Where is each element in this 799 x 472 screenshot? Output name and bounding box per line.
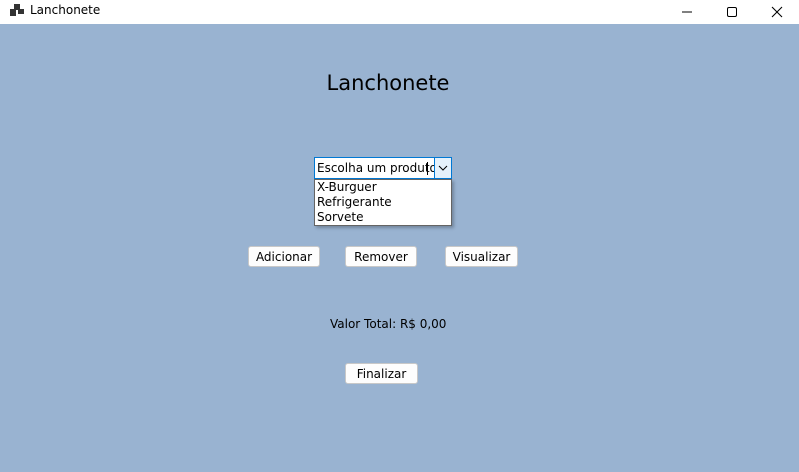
page-title: Lanchonete (326, 71, 450, 95)
minimize-icon (682, 11, 692, 13)
total-value-label: Valor Total: R$ 0,00 (330, 317, 447, 331)
view-button[interactable]: Visualizar (445, 246, 518, 267)
add-button[interactable]: Adicionar (248, 246, 320, 267)
close-icon (771, 6, 783, 18)
finish-button[interactable]: Finalizar (345, 363, 418, 384)
app-window: Lanchonete Lanchonete Escolha um produto (0, 0, 799, 472)
remove-button[interactable]: Remover (345, 246, 417, 267)
dropdown-option[interactable]: Sorvete (315, 210, 451, 225)
chevron-down-icon (438, 165, 448, 171)
combobox-dropdown-button[interactable] (434, 158, 451, 178)
product-combobox-value[interactable]: Escolha um produto (317, 161, 437, 175)
product-combobox[interactable]: Escolha um produto (314, 157, 452, 179)
dropdown-option[interactable]: X-Burguer (315, 180, 451, 195)
maximize-icon (727, 7, 737, 17)
close-button[interactable] (754, 0, 799, 24)
window-title: Lanchonete (30, 3, 101, 17)
maximize-button[interactable] (709, 0, 755, 24)
text-caret (427, 162, 428, 175)
title-bar[interactable]: Lanchonete (0, 0, 799, 24)
product-dropdown-list: X-Burguer Refrigerante Sorvete (314, 179, 452, 226)
form-client-area: Lanchonete Escolha um produto X-Burguer … (0, 24, 799, 472)
app-icon (10, 4, 24, 16)
dropdown-option[interactable]: Refrigerante (315, 195, 451, 210)
minimize-button[interactable] (664, 0, 710, 24)
